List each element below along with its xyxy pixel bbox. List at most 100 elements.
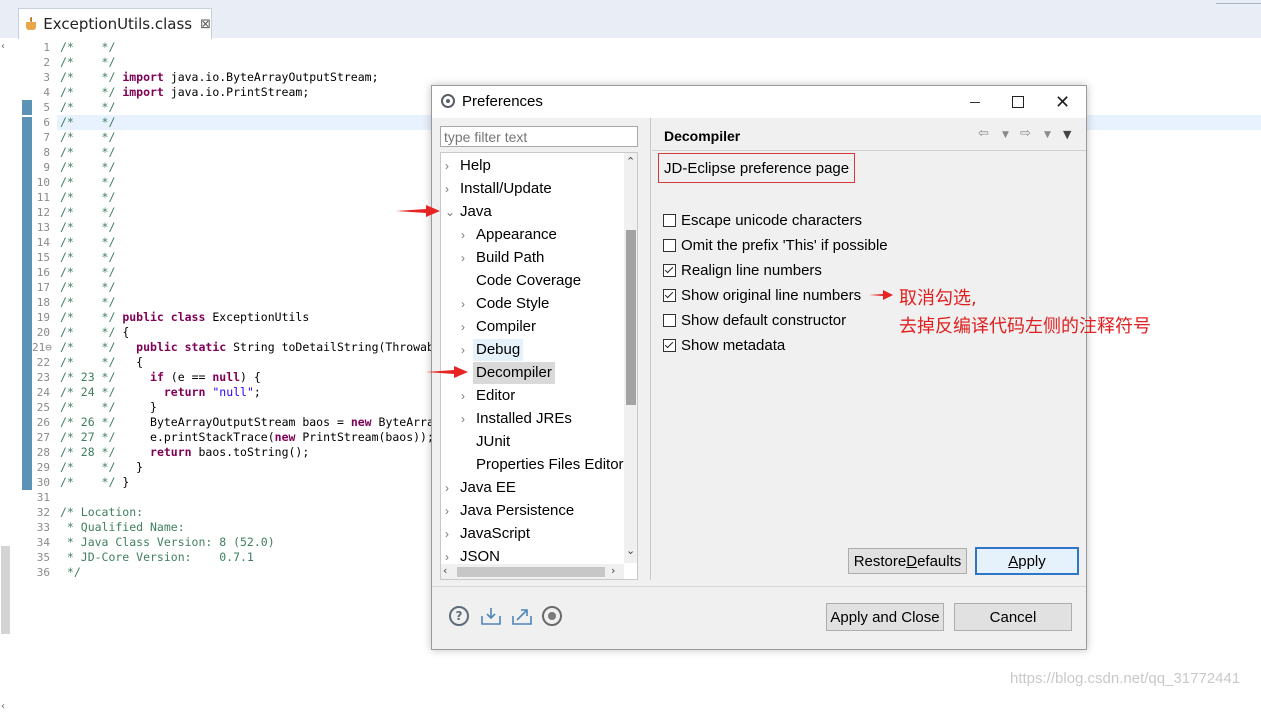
scroll-up-icon[interactable]: ‹ — [1, 41, 5, 52]
tree-item-label: Decompiler — [473, 362, 555, 384]
checkbox[interactable] — [663, 238, 676, 252]
option-checkbox-row[interactable]: Show default constructor — [663, 310, 846, 330]
filter-input[interactable] — [440, 126, 638, 147]
tree-item-label: Help — [460, 157, 491, 174]
code-token: new — [350, 415, 372, 429]
minimize-icon — [969, 101, 980, 103]
line-number: 1 — [43, 41, 50, 54]
tree-hscroll-thumb[interactable] — [457, 567, 605, 577]
restore-defaults-label-part1: Restore — [853, 552, 907, 570]
code-token: { — [136, 355, 144, 369]
apply-and-close-button[interactable]: Apply and Close — [826, 603, 944, 631]
header-separator — [652, 150, 1086, 151]
scroll-left-icon[interactable]: ‹ — [443, 564, 447, 577]
back-menu-icon[interactable]: ▼ — [1002, 130, 1009, 140]
line-number-gutter: 1 2 3 4 5 6 7 8 9 10 11 12 13 14 15 16 17 18 19 20 21⊖ 22 23 24… — [32, 40, 57, 580]
oomph-record-icon[interactable] — [542, 606, 562, 626]
code-line: /* */ — [60, 145, 115, 160]
tree-vertical-scrollbar[interactable]: ⌃ ⌄ — [624, 153, 637, 563]
code-token: /* */ — [60, 190, 116, 204]
option-label: Show default constructor — [681, 311, 847, 329]
code-text[interactable]: /* *//* *//* */ import java.io.ByteArray… — [60, 40, 440, 590]
restore-defaults-mnemonic: D — [906, 552, 918, 570]
close-button[interactable]: ✕ — [1040, 86, 1085, 118]
restore-defaults-button[interactable]: Restore Defaults — [848, 548, 967, 574]
code-token: java.io.ByteArrayOutputStream; — [163, 70, 379, 84]
scroll-down-icon[interactable]: ⌄ — [626, 544, 635, 557]
tree-horizontal-scrollbar[interactable]: ‹ › — [441, 564, 624, 579]
code-line: /* Location: — [60, 505, 143, 520]
tree-scroll-thumb[interactable] — [626, 230, 636, 405]
code-line: /* */ public static String toDetailStrin… — [60, 340, 440, 355]
code-line: /* */ import java.io.ByteArrayOutputStre… — [60, 70, 379, 85]
maximize-button[interactable] — [995, 86, 1040, 118]
chevron-right-icon[interactable]: › — [461, 293, 473, 315]
chevron-right-icon[interactable]: › — [461, 385, 473, 407]
chevron-right-icon[interactable]: › — [461, 316, 473, 338]
scroll-down-icon[interactable]: ‹ — [1, 701, 5, 712]
code-token: /* */ — [60, 400, 151, 414]
chevron-right-icon[interactable]: › — [445, 523, 457, 545]
close-icon: ✕ — [1054, 91, 1071, 113]
scroll-thumb[interactable] — [1, 546, 10, 634]
chevron-right-icon[interactable]: › — [461, 408, 473, 430]
minimize-button[interactable] — [952, 86, 997, 118]
code-line: /* 28 */ return baos.toString(); — [60, 445, 309, 460]
forward-menu-icon[interactable]: ▼ — [1044, 130, 1051, 140]
line-number: 16 — [36, 266, 50, 279]
export-icon[interactable] — [511, 606, 532, 626]
chevron-down-icon[interactable]: ⌄ — [445, 201, 457, 223]
chevron-right-icon[interactable]: › — [461, 224, 473, 246]
line-number: 17 — [36, 281, 50, 294]
chevron-right-icon[interactable]: › — [445, 178, 457, 200]
code-token: public static — [136, 340, 227, 354]
help-icon[interactable]: ? — [449, 606, 469, 626]
apply-label: pply — [1018, 552, 1046, 570]
line-number: 26 — [36, 416, 50, 429]
tree-item-label: Debug — [473, 339, 524, 361]
option-checkbox-row[interactable]: Show metadata — [663, 335, 785, 355]
code-token: public class — [122, 310, 206, 324]
code-token: /* */ — [60, 265, 116, 279]
checkbox[interactable] — [663, 313, 676, 327]
scroll-right-icon[interactable]: › — [611, 564, 615, 577]
import-icon[interactable] — [480, 606, 501, 626]
checkbox[interactable] — [663, 288, 676, 302]
dialog-title-bar[interactable]: Preferences ✕ — [432, 86, 1086, 118]
checkbox[interactable] — [663, 338, 676, 352]
chevron-right-icon[interactable]: › — [461, 339, 473, 361]
code-token: } — [122, 475, 130, 489]
annotation-text-2: 去掉反编译代码左侧的注释符号 — [899, 316, 1151, 337]
option-checkbox-row[interactable]: Show original line numbers — [663, 285, 861, 305]
chevron-right-icon[interactable]: › — [445, 155, 457, 177]
class-file-icon — [25, 17, 37, 31]
code-token: /* 28 */ — [60, 445, 151, 459]
checkbox[interactable] — [663, 213, 676, 227]
code-line: /* */ — [60, 295, 115, 310]
checkbox[interactable] — [663, 263, 676, 277]
chevron-right-icon[interactable]: › — [461, 247, 473, 269]
chevron-right-icon[interactable]: › — [445, 477, 457, 499]
scroll-up-icon[interactable]: ⌃ — [626, 155, 635, 168]
pane-divider[interactable] — [650, 118, 651, 580]
cancel-button[interactable]: Cancel — [954, 603, 1072, 631]
chevron-right-icon[interactable]: › — [445, 500, 457, 522]
back-arrow-icon[interactable]: ⇦ — [978, 126, 989, 141]
option-label: Show original line numbers — [681, 286, 862, 304]
code-line: /* */ } — [60, 460, 143, 475]
option-checkbox-row[interactable]: Realign line numbers — [663, 260, 822, 280]
tree-item-label: Code Coverage — [476, 272, 582, 289]
apply-button[interactable]: Apply — [975, 547, 1079, 575]
code-token: /* */ — [60, 340, 137, 354]
close-tab-icon[interactable]: ⊠ — [200, 17, 211, 32]
forward-arrow-icon[interactable]: ⇨ — [1020, 126, 1031, 141]
change-ruler — [22, 100, 32, 490]
editor-tab[interactable]: ExceptionUtils.class ⊠ — [18, 8, 212, 39]
page-navigation: ⇦ ▼ ⇨ ▼ ▼ — [972, 124, 1082, 148]
code-token: * Qualified Name: — [60, 520, 185, 534]
left-scroll-strip[interactable]: ‹ ‹ — [0, 38, 12, 712]
code-token: /* */ — [60, 355, 137, 369]
option-checkbox-row[interactable]: Escape unicode characters — [663, 210, 862, 230]
option-checkbox-row[interactable]: Omit the prefix 'This' if possible — [663, 235, 888, 255]
view-menu-icon[interactable]: ▼ — [1063, 128, 1071, 141]
